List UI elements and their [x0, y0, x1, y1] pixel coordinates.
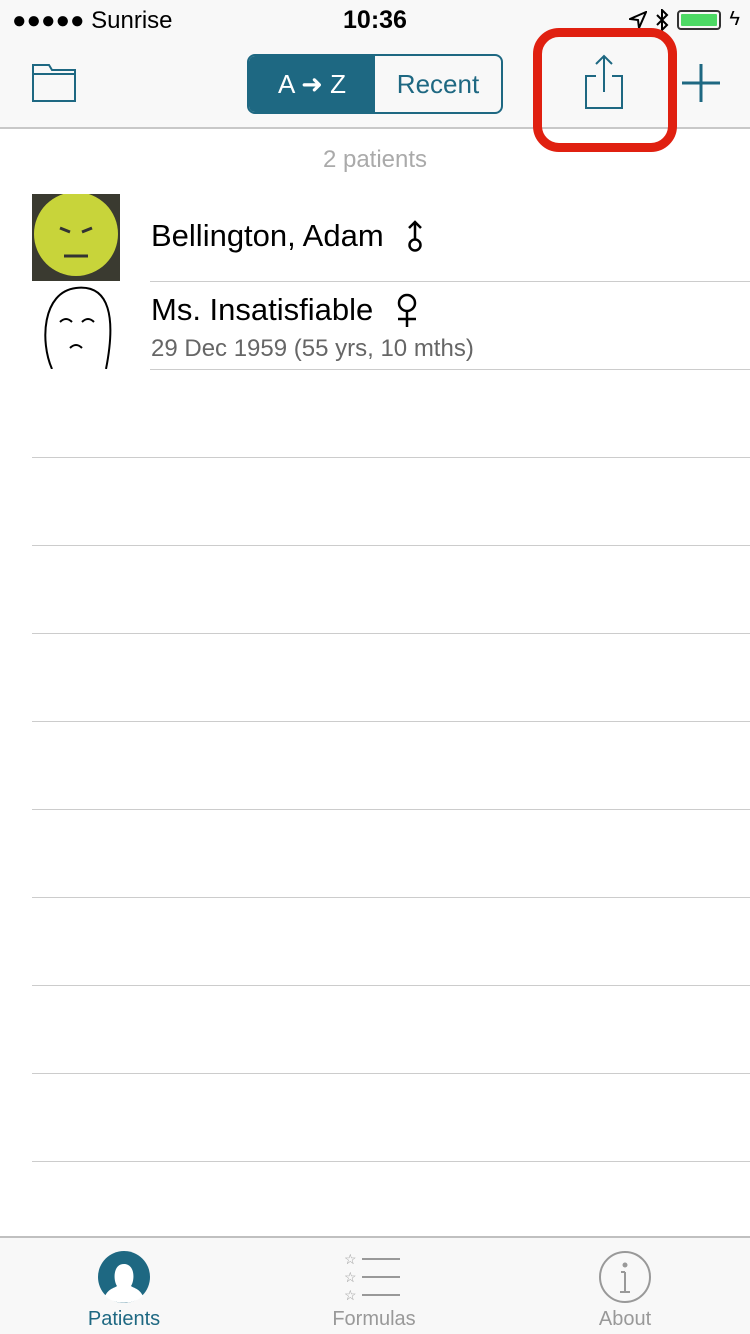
patient-name: Ms. Insatisfiable	[151, 292, 374, 327]
tab-label: About	[598, 1308, 652, 1330]
patient-row[interactable]: Ms. Insatisfiable 29 Dec 1959 (55 yrs, 1…	[0, 282, 750, 370]
tab-patients[interactable]: Patients	[24, 1238, 224, 1331]
charging-icon: ϟ	[729, 8, 740, 30]
divider	[32, 897, 750, 898]
folder-icon[interactable]	[32, 64, 76, 102]
bluetooth-icon	[656, 8, 669, 31]
divider	[32, 1073, 750, 1074]
plus-icon[interactable]	[682, 64, 720, 102]
svg-text:☆: ☆	[344, 1251, 357, 1267]
patient-avatar	[32, 194, 120, 281]
sort-segmented-control[interactable]: A ➜ Z Recent	[247, 54, 503, 114]
female-icon	[398, 293, 417, 327]
share-button-highlight	[533, 28, 677, 152]
tab-about[interactable]: About	[525, 1238, 725, 1331]
patient-avatar	[44, 286, 112, 369]
starred-list-icon: ☆ ☆ ☆	[344, 1251, 400, 1303]
patient-silhouette-icon	[98, 1251, 150, 1303]
divider	[32, 721, 750, 722]
divider	[32, 1161, 750, 1162]
segment-a-z[interactable]: A ➜ Z	[249, 56, 375, 112]
divider	[150, 369, 750, 370]
patient-name: Bellington, Adam	[151, 218, 384, 253]
info-icon	[599, 1251, 651, 1303]
segment-recent[interactable]: Recent	[375, 56, 501, 112]
svg-text:☆: ☆	[344, 1269, 357, 1285]
divider	[32, 809, 750, 810]
divider	[32, 985, 750, 986]
tab-bar: Patients ☆ ☆ ☆ Formulas About	[0, 1236, 750, 1334]
svg-text:☆: ☆	[344, 1287, 357, 1303]
location-icon	[629, 10, 648, 29]
tab-formulas[interactable]: ☆ ☆ ☆ Formulas	[274, 1238, 474, 1331]
divider	[32, 545, 750, 546]
divider	[32, 633, 750, 634]
battery-icon	[677, 9, 722, 30]
male-icon	[407, 220, 422, 252]
patient-row[interactable]: Bellington, Adam	[0, 194, 750, 282]
tab-label: Formulas	[332, 1308, 416, 1330]
tab-label: Patients	[87, 1308, 161, 1330]
patient-dob: 29 Dec 1959 (55 yrs, 10 mths)	[151, 335, 474, 362]
divider	[32, 457, 750, 458]
